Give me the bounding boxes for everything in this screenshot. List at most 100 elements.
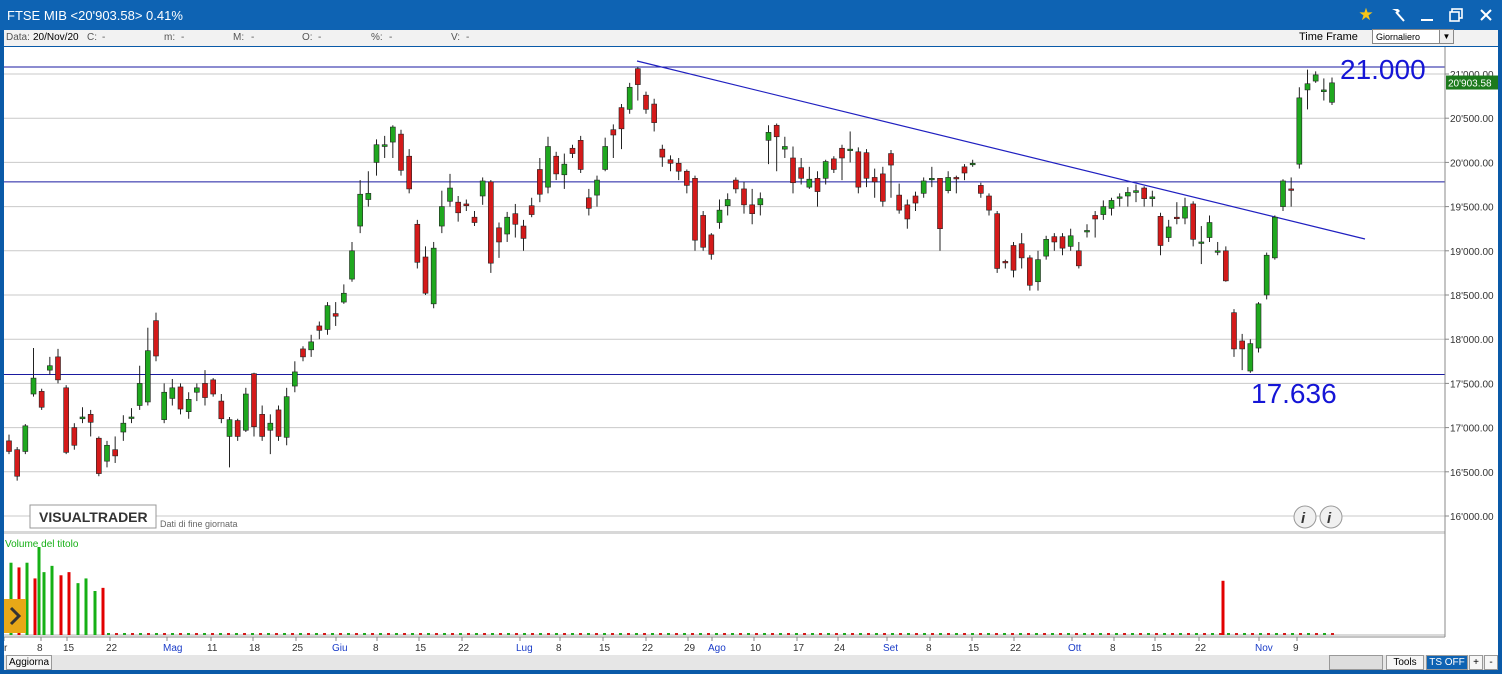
candle[interactable] bbox=[896, 194, 902, 211]
candle[interactable] bbox=[455, 201, 461, 214]
candle[interactable] bbox=[1165, 226, 1172, 238]
candle[interactable] bbox=[145, 350, 151, 403]
candle[interactable] bbox=[716, 209, 723, 223]
candle[interactable] bbox=[1108, 200, 1115, 209]
hammer-icon[interactable] bbox=[1386, 4, 1410, 26]
star-icon[interactable]: ★ bbox=[1354, 4, 1378, 26]
candle[interactable] bbox=[1133, 190, 1139, 193]
candle[interactable] bbox=[463, 203, 470, 207]
candle[interactable] bbox=[920, 180, 927, 194]
candle[interactable] bbox=[275, 409, 282, 437]
candle[interactable] bbox=[349, 250, 355, 280]
candle[interactable] bbox=[708, 234, 715, 255]
candle[interactable] bbox=[700, 215, 706, 248]
candle[interactable] bbox=[1002, 261, 1009, 264]
zoom-in-button[interactable]: + bbox=[1469, 655, 1483, 670]
candle[interactable] bbox=[1329, 82, 1335, 103]
candle[interactable] bbox=[267, 422, 274, 431]
candle[interactable] bbox=[839, 147, 845, 159]
candle[interactable] bbox=[1018, 243, 1025, 259]
close-icon[interactable] bbox=[1474, 4, 1498, 26]
candle[interactable] bbox=[1092, 215, 1098, 220]
candle[interactable] bbox=[38, 391, 45, 408]
candle[interactable] bbox=[447, 187, 453, 202]
candle[interactable] bbox=[1321, 89, 1327, 92]
candle[interactable] bbox=[243, 393, 249, 431]
candle[interactable] bbox=[553, 155, 559, 175]
candle[interactable] bbox=[324, 305, 331, 330]
candle[interactable] bbox=[986, 195, 992, 211]
chart-area[interactable]: 5002502'105MIL 21'000.0020'500.0020'000.… bbox=[3, 47, 1498, 655]
candle[interactable] bbox=[765, 132, 772, 141]
candle[interactable] bbox=[161, 391, 167, 420]
candle[interactable] bbox=[112, 449, 118, 457]
zoom-out-button[interactable]: - bbox=[1484, 655, 1498, 670]
candle[interactable] bbox=[234, 420, 241, 437]
candle[interactable] bbox=[1255, 303, 1262, 349]
candle[interactable] bbox=[1116, 196, 1123, 199]
horizontal-scrollbar[interactable] bbox=[1329, 655, 1383, 670]
candle[interactable] bbox=[406, 155, 412, 190]
candle[interactable] bbox=[1214, 250, 1221, 253]
candle[interactable] bbox=[422, 256, 429, 294]
candle[interactable] bbox=[602, 146, 608, 170]
candle[interactable] bbox=[1059, 236, 1066, 249]
candle[interactable] bbox=[283, 396, 290, 438]
minimize-icon[interactable] bbox=[1415, 4, 1439, 26]
candle[interactable] bbox=[210, 379, 216, 395]
candle[interactable] bbox=[1010, 245, 1017, 271]
candle[interactable] bbox=[430, 247, 437, 305]
candle[interactable] bbox=[1182, 206, 1188, 219]
candle[interactable] bbox=[1312, 74, 1319, 82]
candle[interactable] bbox=[806, 178, 813, 188]
timeframe-select[interactable]: Giornaliero ▼ bbox=[1372, 29, 1454, 44]
candle[interactable] bbox=[994, 213, 1000, 269]
candle[interactable] bbox=[790, 157, 796, 184]
info-icon[interactable]: i bbox=[1293, 505, 1317, 529]
candle[interactable] bbox=[341, 292, 347, 303]
candle[interactable] bbox=[218, 400, 225, 420]
candle[interactable] bbox=[1157, 216, 1164, 246]
candle[interactable] bbox=[153, 320, 159, 357]
candle[interactable] bbox=[888, 153, 894, 166]
candle[interactable] bbox=[169, 387, 176, 399]
candle[interactable] bbox=[520, 225, 527, 239]
candle[interactable] bbox=[871, 177, 878, 183]
candle[interactable] bbox=[1280, 180, 1286, 207]
candle[interactable] bbox=[1027, 257, 1033, 286]
candle[interactable] bbox=[577, 140, 584, 170]
candle[interactable] bbox=[194, 387, 200, 393]
candle[interactable] bbox=[1043, 239, 1049, 257]
candle[interactable] bbox=[488, 181, 494, 264]
candle[interactable] bbox=[1141, 187, 1147, 199]
candle[interactable] bbox=[1304, 83, 1311, 91]
candle[interactable] bbox=[643, 94, 649, 110]
candle[interactable] bbox=[1272, 216, 1278, 259]
candle[interactable] bbox=[814, 178, 821, 192]
candle[interactable] bbox=[937, 178, 943, 229]
candle[interactable] bbox=[308, 341, 314, 351]
candle[interactable] bbox=[635, 68, 641, 85]
candle[interactable] bbox=[626, 86, 633, 110]
candle[interactable] bbox=[373, 144, 380, 163]
candlestick-chart[interactable]: 5002502'105MIL 21'000.0020'500.0020'000.… bbox=[3, 47, 1498, 655]
candle[interactable] bbox=[6, 440, 12, 452]
candle[interactable] bbox=[251, 373, 257, 428]
candle[interactable] bbox=[1125, 192, 1131, 197]
candle[interactable] bbox=[1231, 312, 1237, 350]
candle[interactable] bbox=[479, 180, 486, 197]
candle[interactable] bbox=[863, 152, 870, 179]
update-button[interactable]: Aggiorna bbox=[6, 655, 52, 670]
expand-panel-button[interactable] bbox=[4, 599, 26, 633]
candle[interactable] bbox=[55, 356, 61, 381]
candle[interactable] bbox=[855, 151, 862, 188]
candle[interactable] bbox=[659, 148, 666, 158]
candle[interactable] bbox=[1067, 235, 1074, 247]
candle[interactable] bbox=[912, 195, 919, 204]
candle[interactable] bbox=[96, 437, 102, 474]
candle[interactable] bbox=[667, 159, 674, 164]
candle[interactable] bbox=[733, 179, 739, 190]
candle[interactable] bbox=[651, 103, 657, 123]
candle[interactable] bbox=[496, 227, 502, 243]
candle[interactable] bbox=[87, 414, 94, 423]
